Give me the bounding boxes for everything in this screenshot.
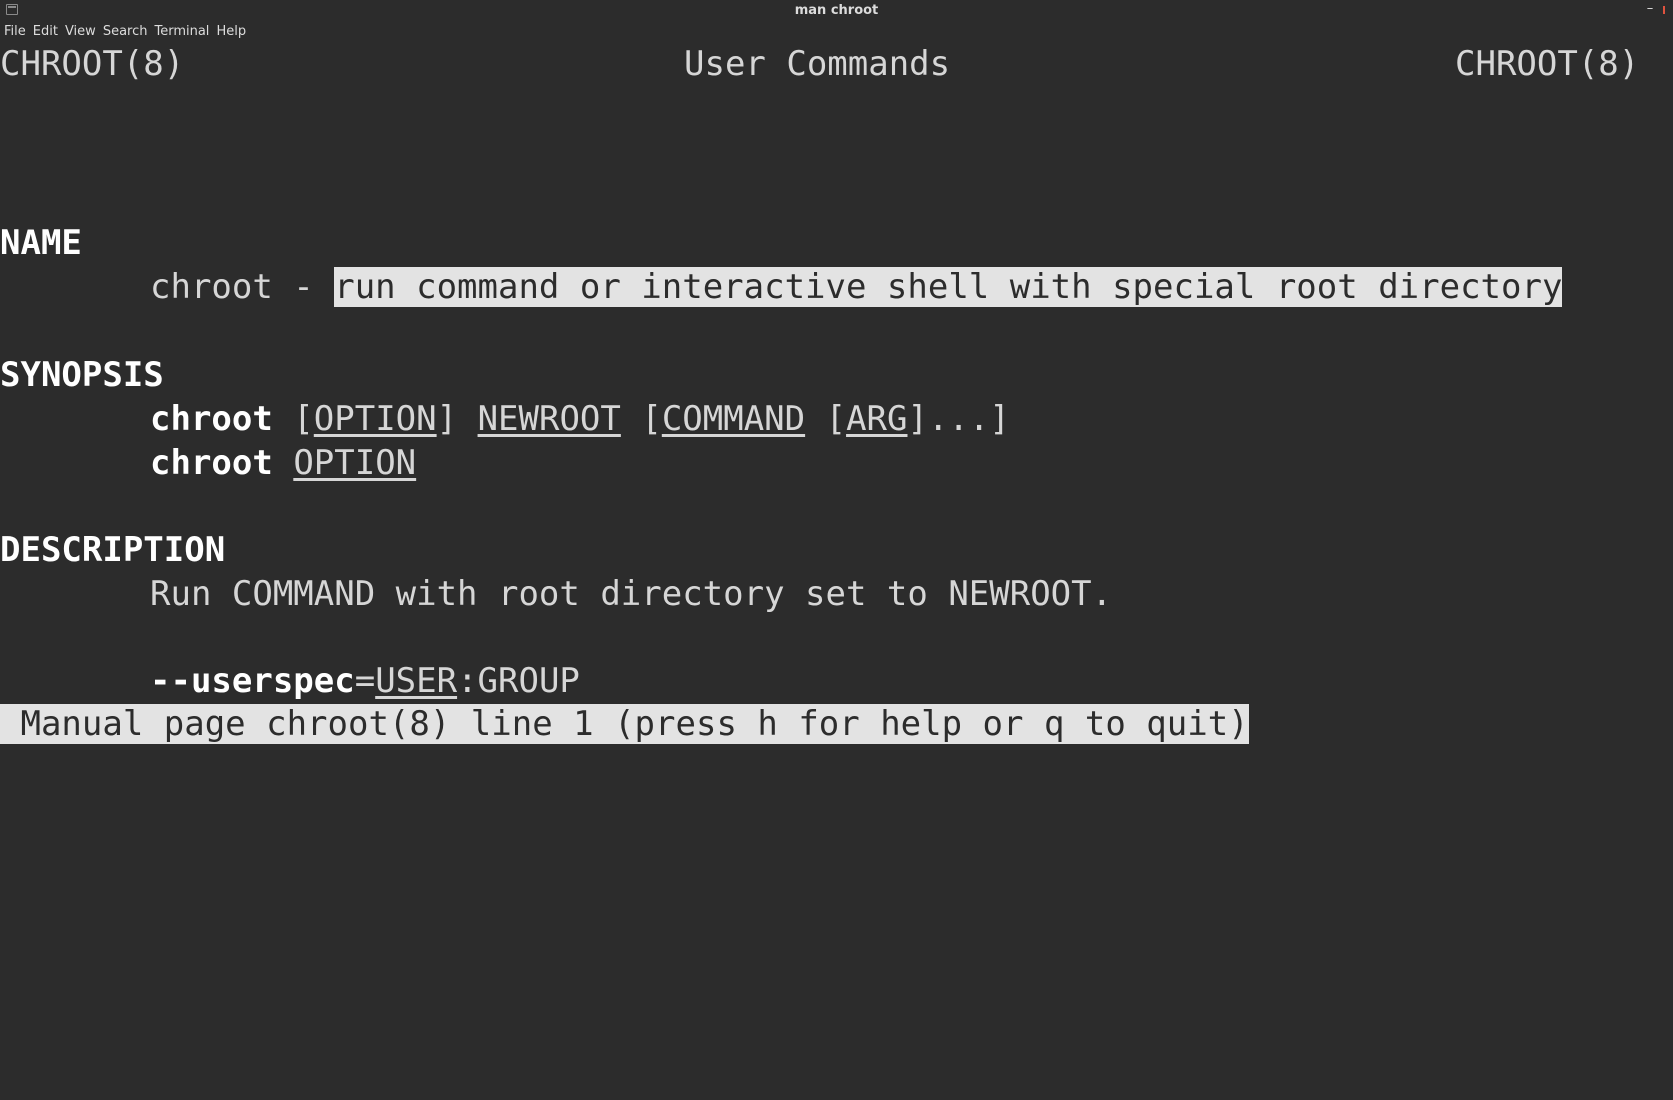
synopsis-bracket: [ bbox=[272, 399, 314, 439]
terminal-window: man chroot – File Edit View Search Termi… bbox=[0, 0, 1673, 770]
name-line: chroot - run command or interactive shel… bbox=[150, 265, 1563, 309]
synopsis-heading: SYNOPSIS bbox=[0, 355, 164, 395]
minimize-button[interactable]: – bbox=[1644, 1, 1656, 17]
synopsis-bracket: [ bbox=[620, 399, 662, 439]
synopsis-cmd: chroot bbox=[150, 399, 273, 439]
synopsis-line-1: chroot [OPTION] NEWROOT [COMMAND [ARG]..… bbox=[150, 397, 1010, 441]
menu-edit[interactable]: Edit bbox=[29, 24, 61, 42]
description-heading: DESCRIPTION bbox=[0, 530, 226, 570]
pager-status-line: Manual page chroot(8) line 1 (press h fo… bbox=[0, 702, 1249, 746]
synopsis-cmd: chroot bbox=[150, 443, 273, 483]
synopsis-newroot: NEWROOT bbox=[477, 399, 621, 439]
synopsis-arg: ARG bbox=[846, 399, 908, 439]
pager-status-text: Manual page chroot(8) line 1 (press h fo… bbox=[0, 704, 1249, 744]
window-title: man chroot bbox=[794, 3, 879, 18]
synopsis-line-2: chroot OPTION bbox=[150, 441, 416, 485]
man-header-left: CHROOT(8) bbox=[0, 44, 185, 84]
synopsis-option: OPTION bbox=[293, 443, 417, 483]
userspec-user: USER bbox=[375, 661, 458, 701]
name-heading: NAME bbox=[0, 223, 82, 263]
selected-description: run command or interactive shell with sp… bbox=[334, 267, 1563, 307]
menu-file[interactable]: File bbox=[0, 24, 29, 42]
userspec-flag: --userspec bbox=[150, 661, 355, 701]
menu-terminal[interactable]: Terminal bbox=[150, 24, 212, 42]
userspec-group: :GROUP bbox=[457, 661, 580, 701]
terminal-content[interactable]: CHROOT(8) User Commands CHROOT(8) NAME c… bbox=[0, 0, 1673, 1100]
synopsis-option: OPTION bbox=[313, 399, 437, 439]
man-header-right: CHROOT(8) bbox=[1455, 44, 1640, 84]
man-header-center: User Commands bbox=[684, 44, 951, 84]
userspec-line: --userspec=USER:GROUP bbox=[150, 659, 580, 703]
synopsis-command: COMMAND bbox=[661, 399, 806, 439]
menu-view[interactable]: View bbox=[61, 24, 99, 42]
synopsis-bracket: ] bbox=[436, 399, 478, 439]
userspec-equals: = bbox=[354, 661, 376, 701]
name-prefix: chroot - bbox=[150, 267, 335, 307]
close-button[interactable] bbox=[1663, 6, 1673, 14]
description-text: Run COMMAND with root directory set to N… bbox=[150, 574, 1113, 614]
synopsis-tail: ]...] bbox=[907, 399, 1010, 439]
menu-help[interactable]: Help bbox=[212, 24, 249, 42]
synopsis-bracket: [ bbox=[805, 399, 847, 439]
menu-bar: File Edit View Search Terminal Help bbox=[0, 24, 249, 42]
title-bar: man chroot – bbox=[0, 0, 1673, 22]
synopsis-space bbox=[273, 443, 293, 483]
menu-search[interactable]: Search bbox=[99, 24, 151, 42]
